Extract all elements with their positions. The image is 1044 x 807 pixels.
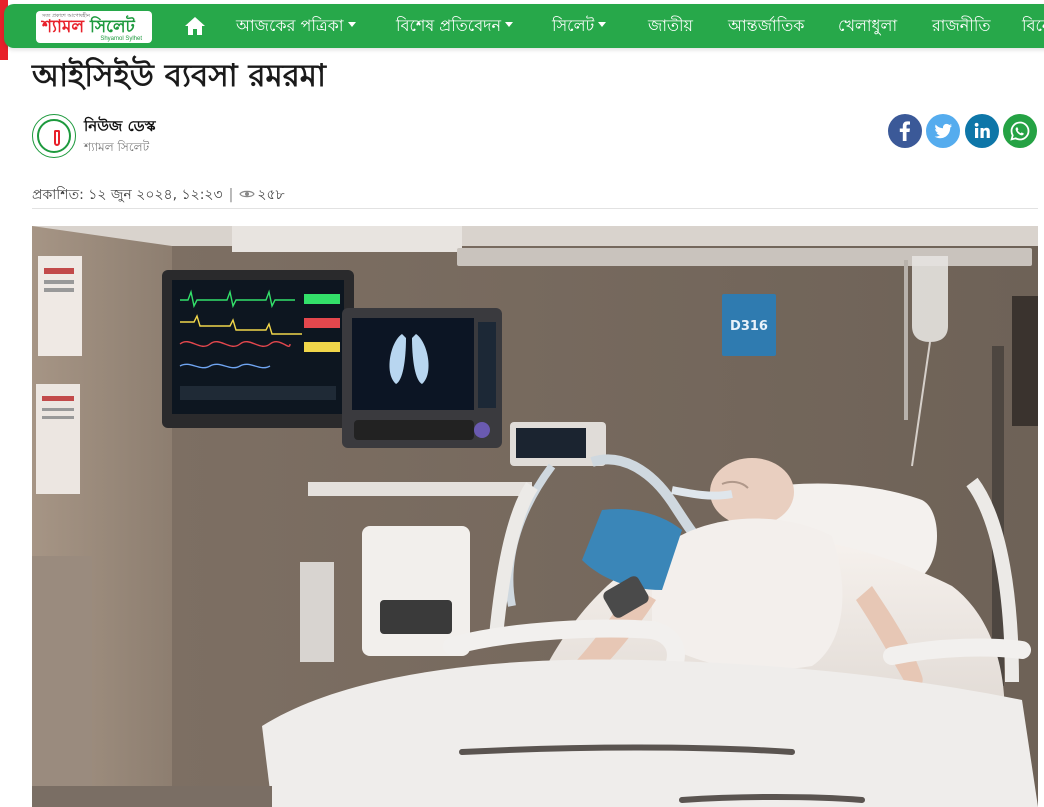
author-avatar[interactable] <box>32 114 76 158</box>
room-label: D316 <box>730 319 768 334</box>
home-icon[interactable] <box>184 16 206 36</box>
icu-room-photo: D316 <box>32 226 1038 807</box>
nav-item-national[interactable]: জাতীয় <box>648 4 693 48</box>
author-organization: শ্যামল সিলেট <box>84 140 150 154</box>
eye-icon <box>239 190 256 198</box>
nav-item-special-report[interactable]: বিশেষ প্রতিবেদন <box>396 4 514 48</box>
article-title: আইসিইউ ব্যবসা রমরমা <box>32 58 326 94</box>
twitter-icon <box>934 123 952 139</box>
whatsapp-share-button[interactable] <box>1003 114 1037 148</box>
linkedin-icon <box>974 122 990 138</box>
site-logo[interactable]: সত্য প্রকাশে আপোষহীন শ্যামল সিলেট Shyamo… <box>36 11 152 43</box>
whatsapp-icon <box>1010 121 1030 141</box>
article-meta: প্রকাশিত: ১২ জুন ২০২৪, ১২:২৩ | ২৫৮ <box>32 183 285 207</box>
nav-item-sylhet[interactable]: সিলেট <box>552 4 607 48</box>
logo-wordmark: শ্যামল সিলেট <box>42 17 135 37</box>
facebook-share-button[interactable] <box>888 114 922 148</box>
published-date: প্রকাশিত: ১২ জুন ২০২৪, ১২:২৩ <box>32 187 223 203</box>
meta-separator: | <box>228 187 234 203</box>
nav-item-todays-paper[interactable]: আজকের পত্রিকা <box>236 4 356 48</box>
nav-item-sports[interactable]: খেলাধুলা <box>838 4 897 48</box>
chevron-down-icon <box>598 22 607 27</box>
meta-divider <box>32 208 1038 209</box>
logo-subtitle: Shyamol Sylhet <box>100 36 142 42</box>
main-navbar: সত্য প্রকাশে আপোষহীন শ্যামল সিলেট Shyamo… <box>4 4 1044 48</box>
twitter-share-button[interactable] <box>926 114 960 148</box>
nav-item-politics[interactable]: রাজনীতি <box>932 4 990 48</box>
author-name[interactable]: নিউজ ডেস্ক <box>84 115 156 140</box>
facebook-icon <box>899 121 910 141</box>
nav-item-international[interactable]: আন্তর্জাতিক <box>728 4 804 48</box>
chevron-down-icon <box>347 22 356 27</box>
article-featured-image[interactable]: D316 <box>32 226 1038 807</box>
chevron-down-icon <box>505 22 514 27</box>
view-count: ২৫৮ <box>257 187 285 203</box>
linkedin-share-button[interactable] <box>965 114 999 148</box>
nav-item-entertainment[interactable]: বিনো <box>1022 4 1044 48</box>
